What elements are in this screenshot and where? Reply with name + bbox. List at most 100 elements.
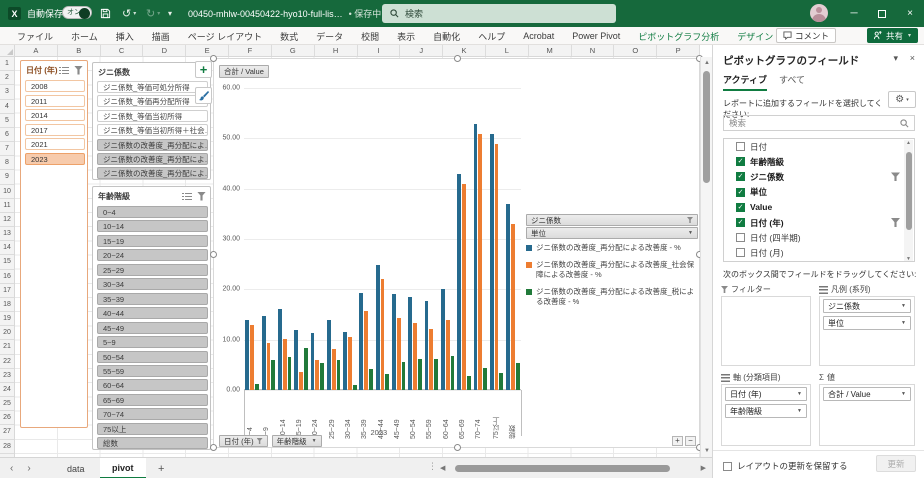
filters-area[interactable] — [721, 296, 811, 366]
row-header-28[interactable]: 28 — [0, 440, 14, 454]
bar[interactable] — [376, 265, 380, 390]
slicer-item[interactable]: 2011 — [25, 95, 85, 107]
bar[interactable] — [392, 294, 396, 390]
multi-select-icon[interactable] — [59, 66, 69, 75]
bar[interactable] — [332, 349, 336, 390]
pane-tab-active[interactable]: アクティブ — [723, 73, 767, 91]
ribbon-tab-描画[interactable]: 描画 — [143, 30, 179, 43]
slicer-item[interactable]: 20~24 — [97, 249, 208, 261]
row-header-23[interactable]: 23 — [0, 369, 14, 383]
multi-select-icon[interactable] — [182, 192, 192, 201]
sheet-tab-data[interactable]: data — [55, 458, 97, 478]
redo-icon[interactable]: ↻▾ — [146, 0, 160, 27]
clear-filter-icon[interactable]: × — [74, 66, 83, 75]
slicer-item[interactable]: 2008 — [25, 80, 85, 92]
comments-button[interactable]: コメント — [776, 28, 836, 43]
field-item-年齢階級[interactable]: ✓年齢階級 — [724, 154, 914, 169]
bar[interactable] — [429, 329, 433, 390]
chart-handle[interactable] — [210, 251, 217, 258]
bar[interactable] — [304, 348, 308, 390]
row-header-17[interactable]: 17 — [0, 284, 14, 298]
ribbon-tab-Power Pivot[interactable]: Power Pivot — [563, 31, 629, 41]
bar[interactable] — [397, 318, 401, 390]
field-item-Value[interactable]: ✓Value — [724, 200, 914, 215]
field-item-日付 (年)[interactable]: ✓日付 (年) — [724, 215, 914, 230]
column-header-D[interactable]: D — [143, 45, 186, 56]
chart-handle[interactable] — [210, 55, 217, 62]
search-input[interactable]: 検索 — [382, 4, 616, 23]
select-all-cell[interactable] — [0, 45, 15, 57]
horizontal-scrollbar[interactable]: ◀ ▶ — [440, 462, 706, 475]
bar[interactable] — [478, 134, 482, 390]
bar[interactable] — [490, 134, 494, 390]
scroll-right-icon[interactable]: ▶ — [701, 462, 706, 475]
field-list-scrollbar-thumb[interactable] — [906, 152, 912, 230]
row-header-7[interactable]: 7 — [0, 142, 14, 156]
slicer-item[interactable]: ジニ係数_等価当初所得＋社会… — [97, 124, 208, 136]
row-header-26[interactable]: 26 — [0, 411, 14, 425]
bar[interactable] — [267, 343, 271, 390]
bar[interactable] — [262, 316, 266, 390]
slicer-item[interactable]: 総数 — [97, 437, 208, 449]
area-pill-合計 / Value[interactable]: 合計 / Value▼ — [823, 387, 911, 401]
pane-close-icon[interactable]: × — [910, 53, 915, 63]
legend-area[interactable]: ジニ係数▼単位▼ — [819, 296, 915, 366]
fields-search-input[interactable]: 検索 — [723, 115, 915, 131]
save-icon[interactable] — [100, 0, 111, 27]
undo-icon[interactable]: ↺▾ — [122, 0, 136, 27]
bar[interactable] — [506, 204, 510, 390]
bar[interactable] — [402, 362, 406, 390]
field-item-単位[interactable]: ✓単位 — [724, 185, 914, 200]
chart-styles-button[interactable] — [195, 87, 212, 104]
bar[interactable] — [511, 224, 515, 390]
ribbon-tab-デザイン[interactable]: デザイン — [728, 30, 782, 43]
bar[interactable] — [294, 330, 298, 390]
slicer-item[interactable]: 2023 — [25, 153, 85, 165]
bar[interactable] — [359, 293, 363, 390]
row-header-5[interactable]: 5 — [0, 114, 14, 128]
bar[interactable] — [327, 320, 331, 390]
bar[interactable] — [283, 339, 287, 390]
slicer-item[interactable]: 0~4 — [97, 206, 208, 218]
bar[interactable] — [337, 360, 341, 390]
column-header-B[interactable]: B — [58, 45, 101, 56]
quick-access-more-icon[interactable]: ▾ — [168, 0, 172, 27]
slicer-item[interactable]: 10~14 — [97, 220, 208, 232]
tools-button[interactable]: ⚙▾ — [888, 91, 916, 108]
slicer-item[interactable]: 30~34 — [97, 278, 208, 290]
filter-icon[interactable] — [197, 192, 206, 201]
slicer-item[interactable]: ジニ係数_等価再分配所得 — [97, 95, 208, 107]
bar[interactable] — [413, 323, 417, 390]
slicer-item[interactable]: 60~64 — [97, 379, 208, 391]
close-icon[interactable]: × — [896, 0, 924, 27]
column-header-E[interactable]: E — [186, 45, 229, 56]
bar[interactable] — [245, 320, 249, 390]
bar[interactable] — [474, 124, 478, 390]
ribbon-tab-ホーム[interactable]: ホーム — [62, 30, 107, 43]
column-header-C[interactable]: C — [101, 45, 144, 56]
column-header-P[interactable]: P — [657, 45, 700, 56]
bar[interactable] — [288, 357, 292, 390]
pane-tab-all[interactable]: すべて — [779, 73, 805, 89]
column-header-N[interactable]: N — [572, 45, 615, 56]
slicer-item[interactable]: 2021 — [25, 138, 85, 150]
field-item-日付 (月)[interactable]: 日付 (月) — [724, 245, 914, 260]
expand-field-button[interactable]: + — [672, 436, 683, 446]
row-header-2[interactable]: 2 — [0, 71, 14, 85]
chart-elements-button[interactable]: + — [195, 61, 212, 78]
field-checkbox[interactable] — [736, 142, 745, 151]
bar[interactable] — [250, 325, 254, 390]
horizontal-scrollbar-thumb[interactable] — [455, 465, 670, 472]
bar[interactable] — [343, 332, 347, 390]
field-checkbox[interactable]: ✓ — [736, 218, 745, 227]
bar[interactable] — [467, 376, 471, 390]
account-avatar[interactable] — [810, 4, 828, 22]
column-header-K[interactable]: K — [443, 45, 486, 56]
column-header-O[interactable]: O — [614, 45, 657, 56]
legend-field-button-ジニ係数[interactable]: ジニ係数 — [526, 214, 698, 226]
bar[interactable] — [446, 320, 450, 390]
ribbon-tab-データ[interactable]: データ — [307, 30, 352, 43]
slicer-item[interactable]: ジニ係数_等価可処分所得 — [97, 81, 208, 93]
scrollbar-split-handle[interactable]: ⋮ — [428, 461, 437, 472]
axis-area[interactable]: 日付 (年)▼年齢階級▼ — [721, 384, 811, 446]
